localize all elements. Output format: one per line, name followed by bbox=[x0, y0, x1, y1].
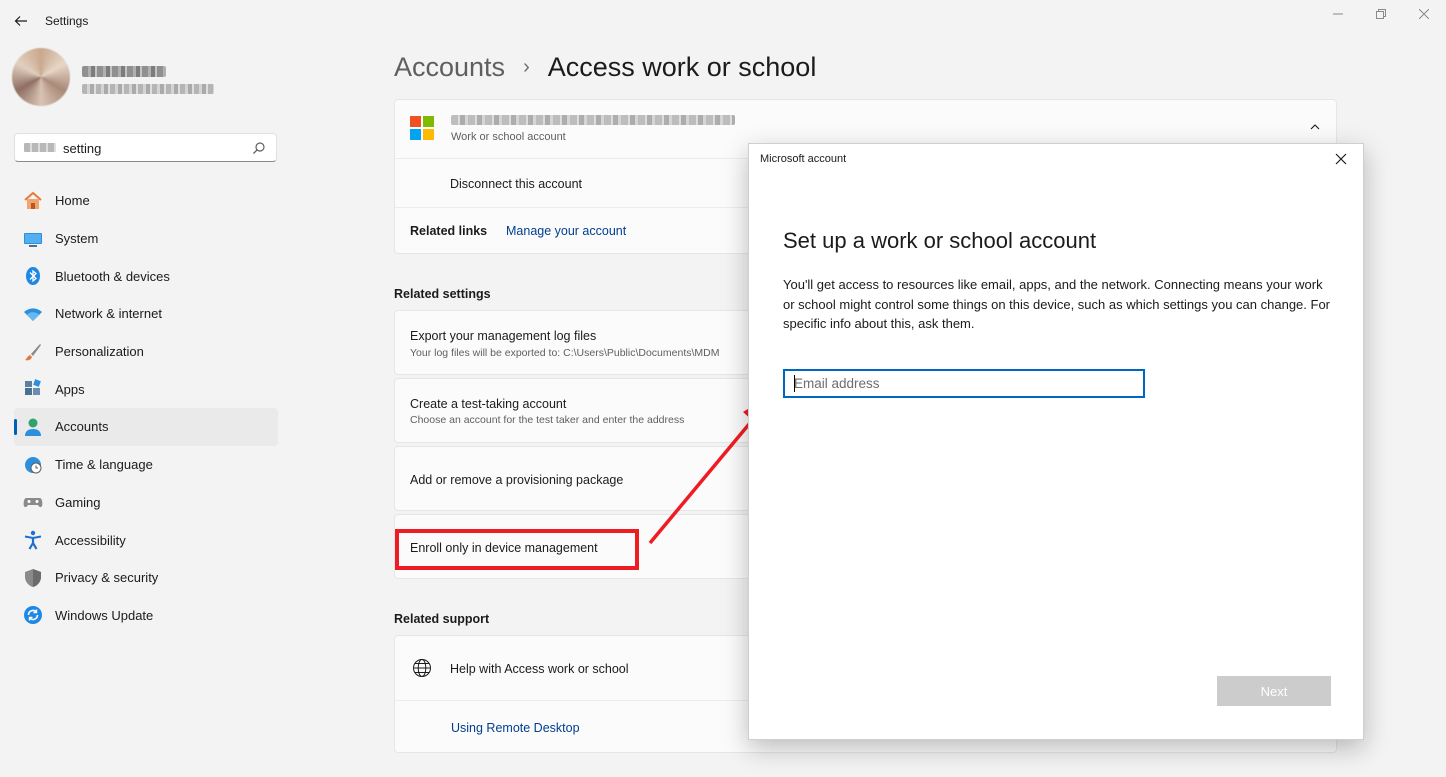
email-field[interactable] bbox=[783, 369, 1145, 398]
close-button[interactable] bbox=[1406, 4, 1442, 24]
sidebar-item-label: System bbox=[55, 231, 99, 247]
highlight-box bbox=[395, 529, 639, 570]
bluetooth-icon bbox=[22, 265, 44, 287]
account-type-label: Work or school account bbox=[451, 131, 566, 143]
search-text-redacted bbox=[24, 143, 56, 152]
sidebar-item-label: Apps bbox=[55, 381, 85, 397]
sidebar-item-label: Gaming bbox=[55, 494, 101, 510]
search-input[interactable]: setting bbox=[63, 141, 101, 156]
search-icon[interactable] bbox=[252, 141, 266, 155]
manage-account-link[interactable]: Manage your account bbox=[506, 224, 626, 238]
setting-title: Add or remove a provisioning package bbox=[410, 473, 624, 487]
sidebar-item-label: Windows Update bbox=[55, 607, 154, 623]
sidebar-item-accounts[interactable]: Accounts bbox=[14, 408, 278, 446]
remote-desktop-link[interactable]: Using Remote Desktop bbox=[451, 721, 580, 735]
sidebar-item-system[interactable]: System bbox=[14, 220, 278, 258]
sidebar-item-label: Accessibility bbox=[55, 532, 126, 548]
dialog-title: Microsoft account bbox=[760, 153, 847, 165]
minimize-icon bbox=[1333, 13, 1343, 15]
sidebar-item-network[interactable]: Network & internet bbox=[14, 295, 278, 333]
profile-name-redacted bbox=[82, 66, 166, 77]
setting-title: Export your management log files bbox=[410, 329, 597, 343]
account-email-redacted bbox=[451, 115, 735, 125]
home-icon bbox=[22, 190, 44, 212]
sidebar-item-bluetooth[interactable]: Bluetooth & devices bbox=[14, 257, 278, 295]
sidebar-item-accessibility[interactable]: Accessibility bbox=[14, 521, 278, 559]
sidebar-item-label: Time & language bbox=[55, 457, 153, 473]
restore-icon bbox=[1376, 9, 1386, 19]
sidebar-item-apps[interactable]: Apps bbox=[14, 370, 278, 408]
back-button[interactable] bbox=[10, 10, 32, 32]
sidebar-item-label: Network & internet bbox=[55, 306, 162, 322]
sidebar-item-windows-update[interactable]: Windows Update bbox=[14, 597, 278, 635]
related-support-heading: Related support bbox=[394, 612, 490, 626]
sidebar-item-time-language[interactable]: Time & language bbox=[14, 446, 278, 484]
apps-icon bbox=[22, 378, 44, 400]
app-title: Settings bbox=[45, 14, 89, 28]
dialog-heading: Set up a work or school account bbox=[783, 228, 1097, 253]
close-icon bbox=[1419, 9, 1429, 19]
update-icon bbox=[22, 604, 44, 626]
wifi-icon bbox=[22, 303, 44, 325]
dialog-description: You'll get access to resources like emai… bbox=[783, 277, 1331, 331]
sidebar-item-gaming[interactable]: Gaming bbox=[14, 484, 278, 522]
restore-button[interactable] bbox=[1363, 4, 1399, 24]
sidebar-item-label: Bluetooth & devices bbox=[55, 268, 170, 284]
globe-icon bbox=[413, 659, 431, 677]
next-button[interactable]: Next bbox=[1217, 676, 1331, 706]
title-bar: Settings bbox=[0, 0, 1446, 42]
breadcrumb: Accounts › Access work or school bbox=[394, 52, 816, 83]
sidebar-nav: Home System Bluetooth & devices Network … bbox=[14, 182, 278, 634]
accessibility-icon bbox=[22, 529, 44, 551]
setting-description: Your log files will be exported to: C:\U… bbox=[410, 347, 720, 359]
back-arrow-icon bbox=[14, 16, 27, 26]
breadcrumb-accounts[interactable]: Accounts bbox=[394, 52, 505, 83]
sidebar-item-label: Home bbox=[55, 193, 90, 209]
gamepad-icon bbox=[22, 491, 44, 513]
shield-icon bbox=[22, 567, 44, 589]
sidebar-item-personalization[interactable]: Personalization bbox=[14, 333, 278, 371]
minimize-button[interactable] bbox=[1320, 4, 1356, 24]
related-settings-heading: Related settings bbox=[394, 287, 491, 301]
system-icon bbox=[22, 228, 44, 250]
setting-description: Choose an account for the test taker and… bbox=[410, 414, 685, 426]
setting-title: Create a test-taking account bbox=[410, 397, 567, 411]
sidebar-item-label: Personalization bbox=[55, 344, 144, 360]
close-icon[interactable] bbox=[1333, 151, 1349, 167]
page-title: Access work or school bbox=[547, 52, 817, 82]
profile-email-redacted bbox=[82, 84, 214, 94]
sidebar-item-label: Accounts bbox=[55, 419, 109, 435]
disconnect-account-label: Disconnect this account bbox=[450, 177, 583, 191]
sidebar-item-label: Privacy & security bbox=[55, 570, 159, 586]
globe-clock-icon bbox=[22, 454, 44, 476]
microsoft-account-dialog: Microsoft account Set up a work or schoo… bbox=[748, 143, 1364, 740]
chevron-up-icon[interactable] bbox=[1308, 120, 1322, 134]
accounts-icon bbox=[22, 416, 44, 438]
text-caret bbox=[794, 375, 795, 392]
sidebar-item-home[interactable]: Home bbox=[14, 182, 278, 220]
breadcrumb-separator: › bbox=[523, 56, 530, 78]
microsoft-logo-icon bbox=[410, 116, 434, 140]
brush-icon bbox=[22, 341, 44, 363]
related-links-label: Related links bbox=[410, 224, 488, 238]
sidebar-item-privacy[interactable]: Privacy & security bbox=[14, 559, 278, 597]
search-box[interactable]: setting bbox=[14, 133, 277, 162]
help-label: Help with Access work or school bbox=[450, 662, 629, 676]
avatar[interactable] bbox=[12, 48, 70, 106]
